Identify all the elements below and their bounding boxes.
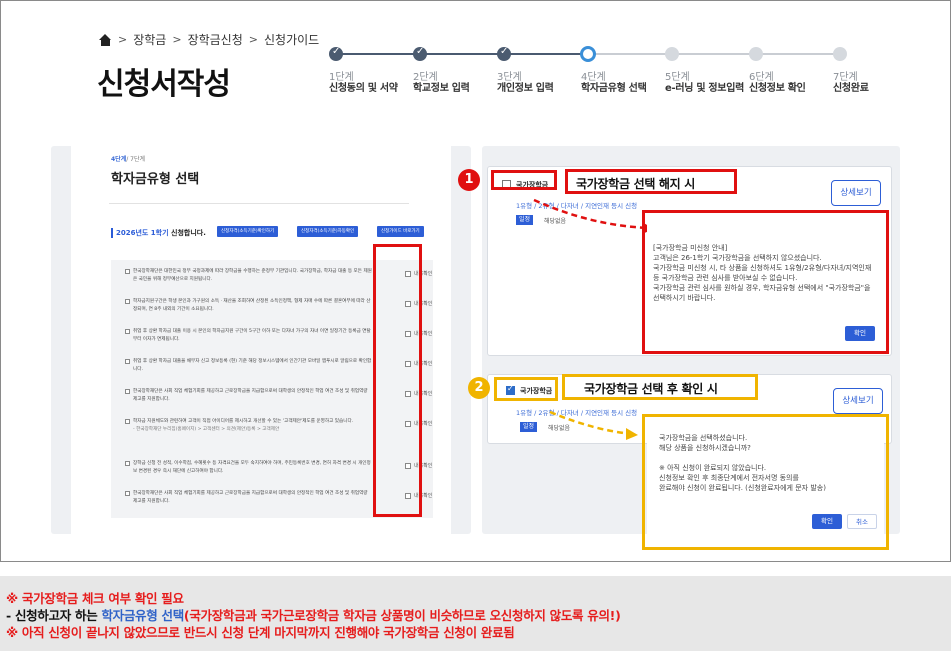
step-done-icon [497,46,511,61]
bullet-checkbox [125,419,130,424]
breadcrumb-item[interactable]: 신청가이드 [264,31,319,48]
note-line-1: ※ 국가장학금 체크 여부 확인 필요 [6,591,184,606]
divider [109,203,409,204]
popup-message: 국가장학금을 선택하셨습니다. 해당 상품을 신청하시겠습니까? ※ 아직 신청… [659,434,826,492]
breadcrumb-item[interactable]: 장학금 [133,31,166,48]
right-screenshot-panel: 국가장학금 1유형 / 2유형 / 다자녀 / 지연인재 등시 신청 일정 해당… [458,146,900,550]
confirm-column-highlight [373,244,422,517]
popup-ok-button[interactable]: 확인 [812,514,842,529]
apply-confirm-popup: 국가장학금을 선택하셨습니다. 해당 상품을 신청하시겠습니까? ※ 아직 신청… [647,419,884,545]
stepper-track-done [337,53,589,55]
note-line-3: ※ 아직 신청이 끝나지 않았으므로 반드시 신청 단계 마지막까지 진행해야 … [6,625,515,640]
schedule-tag: 일정 [520,422,538,432]
bullet-checkbox [125,299,130,304]
bullet-checkbox [125,269,130,274]
popup-ok-button[interactable]: 확인 [845,326,875,341]
popup-highlight-yellow: 국가장학금을 선택하셨습니다. 해당 상품을 신청하시겠습니까? ※ 아직 신청… [642,414,889,550]
home-icon[interactable] [99,33,112,46]
breadcrumb: > 장학금 > 장학금신청 > 신청가이드 [99,31,319,48]
not-applied-popup: [국가장학금 미신청 안내] 고객님은 26-1학기 국가장학금을 선택하지 않… [647,215,884,349]
section-heading: 학자금유형 선택 [111,172,200,187]
popup-cancel-button[interactable]: 취소 [847,514,877,529]
arrow-icon [549,410,638,440]
popup-highlight-red: [국가장학금 미신청 안내] 고객님은 26-1학기 국가장학금을 선택하지 않… [642,210,889,354]
bullet-checkbox [125,329,130,334]
breadcrumb-item[interactable]: 장학금신청 [188,31,243,48]
callout-box-2: 국가장학금 선택 후 확인 시 [562,374,758,400]
checkbox-highlight-yellow [494,377,558,401]
step-todo-icon [665,47,679,61]
callout-box-1: 국가장학금 선택 해지 시 [565,169,737,194]
bullet-checkbox [125,491,130,496]
note-line-2: - 신청하고자 하는 학자금유형 선택(국가장학금과 국가근로장학금 학자금 상… [6,608,621,623]
notes-box: ※ 국가장학금 체크 여부 확인 필요 - 신청하고자 하는 학자금유형 선택(… [0,576,951,651]
semester-line: 2026년도 1학기 신청합니다. [111,228,206,238]
bullet-checkbox [125,461,130,466]
guide-frame: > 장학금 > 장학금신청 > 신청가이드 신청서작성 1단계신청동의 및 서약… [0,0,951,562]
guide-shortcut-button[interactable]: 신청가이드 바로가기 [377,226,424,237]
page-title: 신청서작성 [97,67,231,102]
income-check-button[interactable]: 신청자격(소득기준)확인하기 [217,226,279,237]
step-done-icon [413,46,427,61]
income-auto-check-button[interactable]: 신청자격(소득기준)자동확인 [297,226,359,237]
checkbox-highlight-red [491,170,557,190]
step-indicator: 4단계/ 7단계 [111,156,146,163]
popup-message: [국가장학금 미신청 안내] 고객님은 26-1학기 국가장학금을 선택하지 않… [653,244,872,302]
step-done-icon [329,46,343,61]
detail-button[interactable]: 상세보기 [833,388,883,414]
step-badge-1: 1 [458,169,480,191]
step-badge-2: 2 [468,377,490,399]
step-todo-icon [833,47,847,61]
schedule-tag: 일정 [516,215,534,225]
bullet-checkbox [125,359,130,364]
bullet-checkbox [125,389,130,394]
step-todo-icon [749,47,763,61]
step-current-icon [580,46,596,62]
progress-stepper: 1단계신청동의 및 서약 2단계학교정보 입력 3단계개인정보 입력 4단계학자… [329,41,889,101]
detail-button[interactable]: 상세보기 [831,180,881,206]
